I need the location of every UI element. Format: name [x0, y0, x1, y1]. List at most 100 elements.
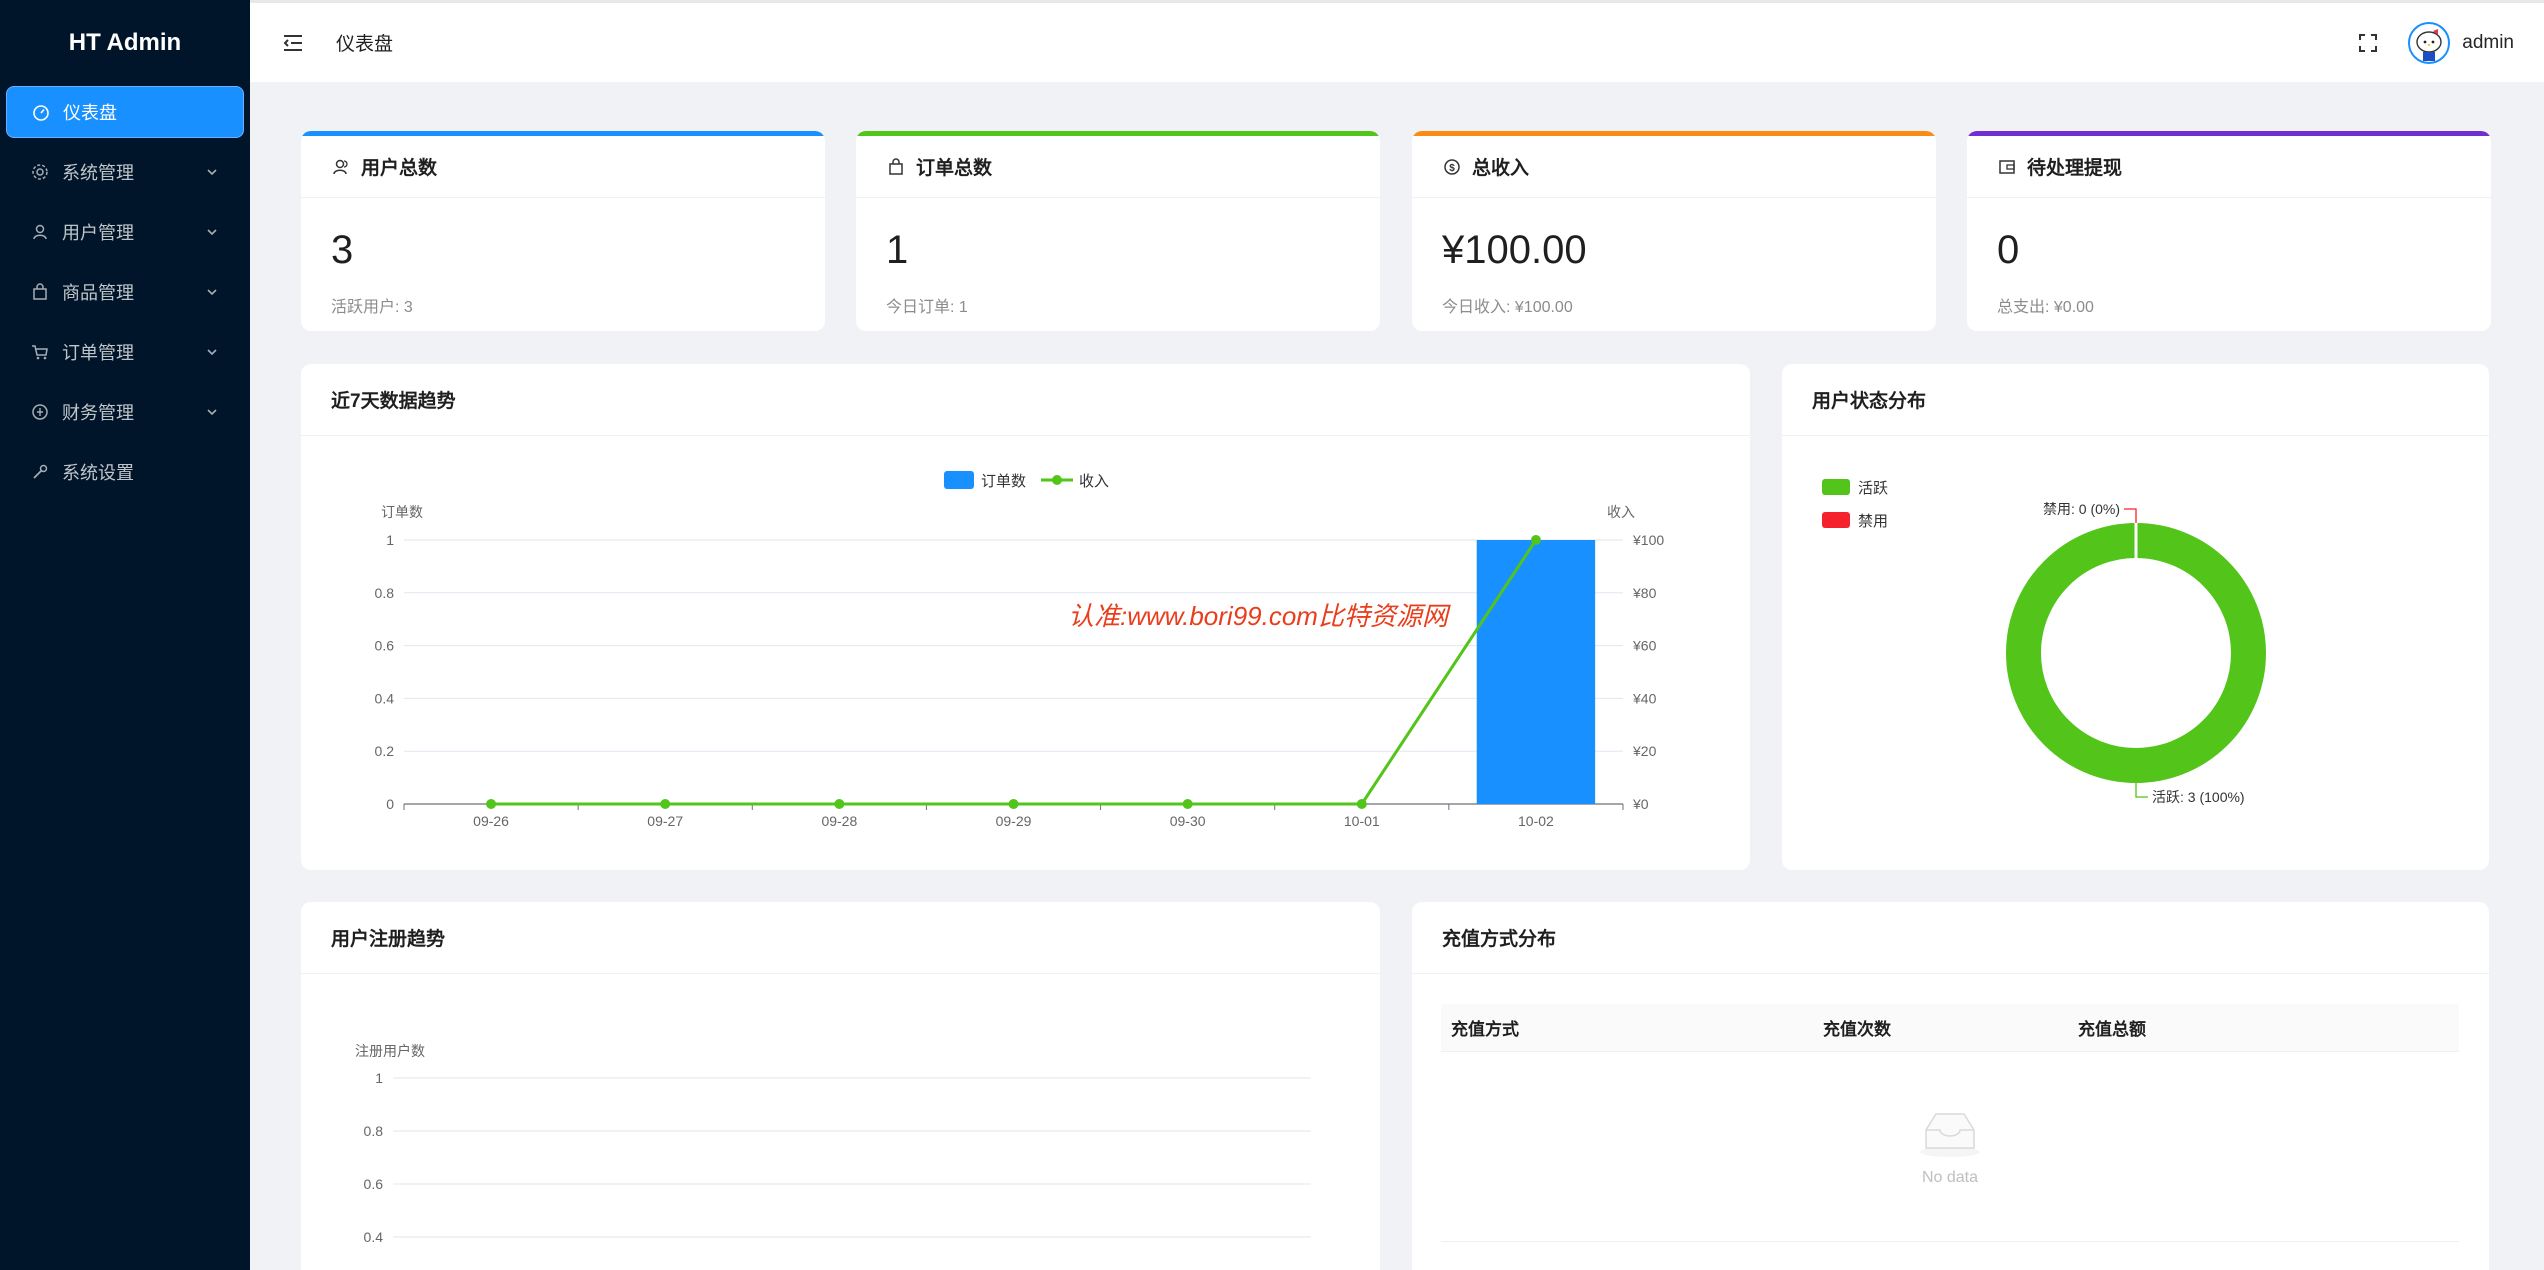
y-tick-label: 0.6	[364, 1176, 384, 1192]
y-tick-label-left: 0.6	[375, 638, 395, 654]
column-header[interactable]: 充值总额	[2078, 1015, 2459, 1040]
empty-state: No data	[1441, 1052, 2459, 1242]
point-revenue	[660, 799, 671, 809]
y-axis-label-right: 收入	[1607, 504, 1635, 520]
empty-text: No data	[1921, 1169, 1979, 1186]
stat-title: 总收入	[1472, 158, 1530, 179]
status-chart-card: 用户状态分布 活跃 禁用 禁用: 0 (0%) 活跃: 3 (100%)	[1782, 364, 2489, 870]
avatar[interactable]	[2408, 21, 2451, 64]
sidebar-item-settings[interactable]: 系统设置	[6, 446, 244, 498]
stat-value: ¥100.00	[1442, 228, 1587, 272]
sidebar-item-label: 用户管理	[62, 223, 134, 243]
x-tick-label: 09-30	[1170, 813, 1206, 829]
y-tick-label-left: 0.8	[375, 585, 395, 601]
registration-chart: 注册用户数 1 0.8 0.6 0.4	[355, 1043, 1311, 1245]
stat-subtext: 活跃用户: 3	[331, 299, 413, 316]
y-tick-label-left: 0.4	[375, 690, 395, 706]
legend-swatch-active	[1822, 479, 1850, 495]
point-revenue	[1182, 799, 1193, 809]
card-title: 用户状态分布	[1782, 364, 2489, 436]
y-tick-label-right: ¥100	[1632, 532, 1664, 548]
y-tick-label: 1	[375, 1070, 383, 1086]
card-title: 充值方式分布	[1412, 902, 2489, 974]
x-tick-label: 09-28	[821, 813, 857, 829]
sidebar: HT Admin 仪表盘 系统管理 用户管理 商品管理 订单管理 财务管理 系统…	[0, 0, 250, 1270]
y-tick-label-left: 1	[386, 532, 394, 548]
column-header[interactable]: 充值方式	[1441, 1015, 1823, 1040]
legend-label-active: 活跃	[1858, 480, 1888, 497]
finance-icon	[30, 402, 50, 422]
leader-line-disabled	[2124, 508, 2137, 523]
y-tick-label-right: ¥40	[1632, 690, 1657, 706]
menu-fold-icon[interactable]	[280, 30, 306, 56]
stat-card-revenue: $ 总收入 ¥100.00 今日收入: ¥100.00	[1412, 131, 1936, 331]
y-tick-label-right: ¥80	[1632, 585, 1657, 601]
y-tick-label-right: ¥0	[1632, 796, 1649, 812]
legend-swatch-disabled	[1822, 512, 1850, 528]
registration-chart-card: 用户注册趋势 注册用户数 1 0.8 0.6 0.4	[301, 902, 1380, 1270]
y-axis-label: 注册用户数	[355, 1043, 425, 1059]
y-tick-label-right: ¥20	[1632, 743, 1657, 759]
sidebar-menu: 仪表盘 系统管理 用户管理 商品管理 订单管理 财务管理 系统设置	[0, 86, 250, 498]
leader-line-active	[2135, 783, 2148, 798]
stat-subtext: 今日收入: ¥100.00	[1442, 299, 1573, 316]
dashboard-icon	[31, 102, 51, 122]
chevron-down-icon	[204, 164, 220, 180]
app-logo-title: HT Admin	[68, 29, 182, 56]
sidebar-item-finance[interactable]: 财务管理	[6, 386, 244, 438]
point-revenue	[834, 799, 845, 809]
gear-icon	[30, 162, 50, 182]
sidebar-item-orders[interactable]: 订单管理	[6, 326, 244, 378]
sidebar-item-label: 系统设置	[62, 463, 134, 483]
chart-legend: 订单数 收入	[944, 471, 1109, 490]
stat-value: 1	[886, 228, 909, 272]
header-right: admin	[2356, 21, 2514, 64]
sidebar-item-label: 仪表盘	[63, 103, 117, 123]
stat-subtext: 总支出: ¥0.00	[1997, 299, 2094, 316]
shopping-bag-icon	[886, 157, 906, 177]
top-header: 仪表盘 admin	[250, 0, 2544, 82]
dollar-icon: $	[1442, 157, 1462, 177]
table-header: 充值方式 充值次数 充值总额	[1441, 1004, 2459, 1052]
fullscreen-icon[interactable]	[2356, 31, 2380, 55]
x-tick-label: 09-26	[473, 813, 509, 829]
breadcrumb: 仪表盘	[336, 34, 394, 55]
sidebar-item-label: 商品管理	[62, 283, 134, 303]
status-pie-chart: 活跃禁用 禁用: 0 (0%) 活跃: 3 (100%)	[1822, 479, 2266, 805]
stat-title: 用户总数	[361, 158, 438, 179]
stat-title: 待处理提现	[2027, 158, 2123, 179]
users-icon	[331, 157, 351, 177]
y-tick-label-left: 0.2	[375, 743, 395, 759]
y-tick-label-left: 0	[386, 796, 394, 812]
stat-card-header: 待处理提现	[1967, 136, 2491, 198]
chevron-down-icon	[204, 344, 220, 360]
username[interactable]: admin	[2462, 32, 2514, 54]
wrench-icon	[30, 462, 50, 482]
stat-subtext: 今日订单: 1	[886, 299, 968, 316]
trend-chart-card: 近7天数据趋势 订单数 收入 订单数 收入 0 0.2 0.4 0.6 0.8 1 ¥0 ¥20 ¥40…	[301, 364, 1750, 870]
user-icon	[30, 222, 50, 242]
line-revenue	[491, 539, 1538, 806]
sidebar-item-products[interactable]: 商品管理	[6, 266, 244, 318]
legend-swatch-orders	[944, 471, 974, 489]
sidebar-item-label: 财务管理	[62, 403, 134, 423]
stat-value: 3	[331, 228, 354, 272]
card-title: 近7天数据趋势	[301, 364, 1750, 436]
stat-card-withdrawals: 待处理提现 0 总支出: ¥0.00	[1967, 131, 2491, 331]
sidebar-item-users[interactable]: 用户管理	[6, 206, 244, 258]
chevron-down-icon	[204, 224, 220, 240]
point-revenue	[1008, 799, 1019, 809]
sidebar-item-system[interactable]: 系统管理	[6, 146, 244, 198]
x-tick-label: 10-01	[1344, 813, 1380, 829]
bar-orders	[1476, 540, 1596, 804]
donut-slice-active	[2006, 523, 2266, 783]
column-header[interactable]: 充值次数	[1823, 1015, 2078, 1040]
y-tick-label: 0.4	[364, 1229, 384, 1245]
sidebar-item-dashboard[interactable]: 仪表盘	[6, 86, 244, 138]
point-revenue	[486, 799, 497, 809]
chevron-down-icon	[204, 404, 220, 420]
legend-label-revenue: 收入	[1079, 473, 1109, 490]
recharge-card: 充值方式分布 充值方式 充值次数 充值总额 No data	[1412, 902, 2489, 1270]
point-revenue	[1356, 799, 1367, 809]
legend-swatch-revenue-dot	[1052, 475, 1062, 485]
